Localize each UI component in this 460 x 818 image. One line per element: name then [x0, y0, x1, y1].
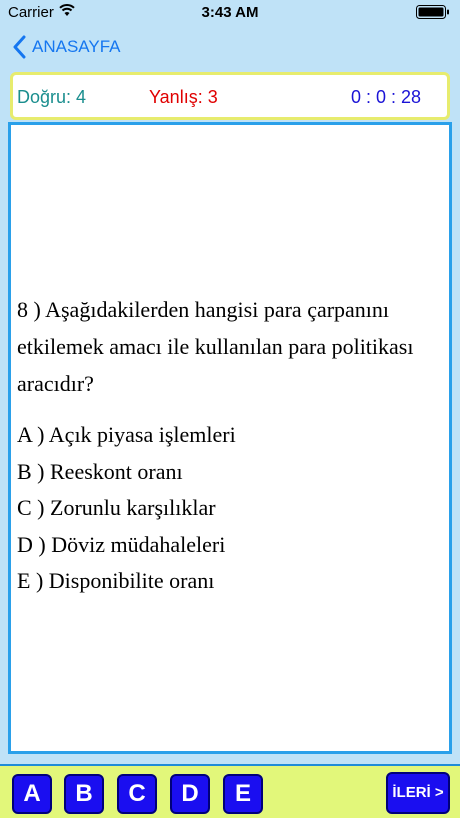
- back-button[interactable]: ANASAYFA: [12, 34, 121, 60]
- answer-b-button[interactable]: B: [64, 774, 104, 814]
- answer-e-button[interactable]: E: [223, 774, 263, 814]
- answer-bar: A B C D E İLERİ >: [0, 764, 460, 818]
- clock: 3:43 AM: [201, 4, 259, 21]
- battery-icon: [416, 5, 449, 19]
- nav-bar: ANASAYFA: [0, 24, 460, 68]
- correct-count: Doğru: 4: [17, 87, 87, 107]
- option-b: B ) Reeskont oranı: [17, 458, 183, 484]
- answer-d-button[interactable]: D: [170, 774, 210, 814]
- option-a: A ) Açık piyasa işlemleri: [17, 422, 236, 447]
- wrong-count: Yanlış: 3: [149, 87, 218, 107]
- answer-a-button[interactable]: A: [12, 774, 52, 814]
- back-label: ANASAYFA: [32, 37, 121, 56]
- answer-c-button[interactable]: C: [117, 774, 157, 814]
- question-text: 8 ) Aşağıdakilerden hangisi para çarpanı…: [17, 297, 414, 396]
- chevron-left-icon: [13, 35, 26, 59]
- elapsed-timer: 0 : 0 : 28: [350, 87, 421, 107]
- question-panel: 8 ) Aşağıdakilerden hangisi para çarpanı…: [8, 122, 452, 754]
- option-list: A ) Açık piyasa işlemleri B ) Reeskont o…: [17, 417, 447, 600]
- option-d: D ) Döviz müdahaleleri: [17, 531, 226, 557]
- option-e: E ) Disponibilite oranı: [17, 568, 215, 593]
- status-bar: Carrier 3:43 AM: [0, 0, 460, 24]
- option-c: C ) Zorunlu karşılıklar: [17, 495, 216, 520]
- next-button[interactable]: İLERİ >: [386, 772, 450, 814]
- score-bar: Doğru: 4 Yanlış: 3 0 : 0 : 28: [10, 72, 450, 120]
